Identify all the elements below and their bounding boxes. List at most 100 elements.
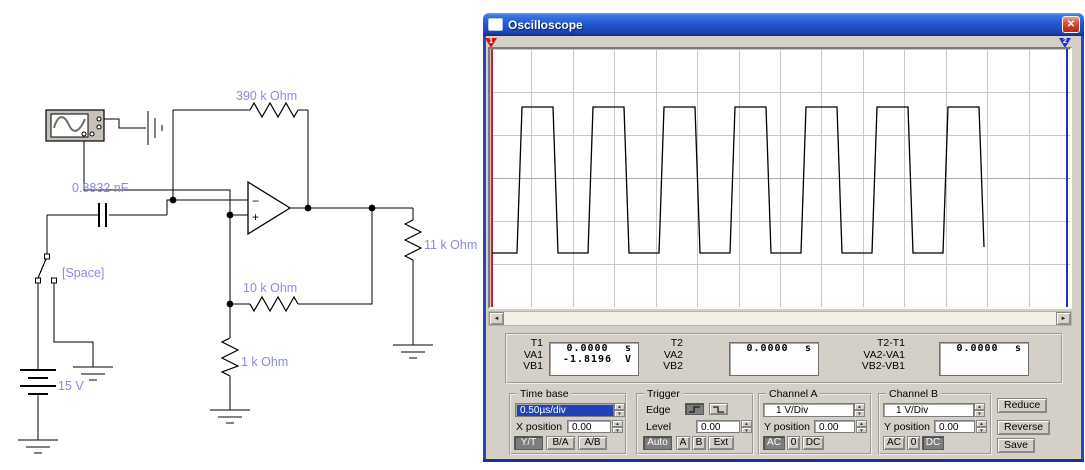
window-title: Oscilloscope [508,17,583,32]
channel-b-scale-field[interactable]: 1 V/Div [883,403,974,417]
xposition-field[interactable]: 0.00 [567,420,611,433]
label-t2: T2 [670,337,683,349]
window-border [1081,33,1084,462]
label-divider-resistor: 10 k Ohm [243,281,297,295]
channel-a-group: Channel A 1 V/Div ▲ ▼ Y position 0.00 ▲ … [758,388,872,455]
spinner-down-icon[interactable]: ▼ [976,426,987,433]
falling-edge-button[interactable] [709,403,728,415]
rising-edge-button[interactable] [685,403,704,415]
oscilloscope-instrument-icon[interactable] [45,109,105,142]
resistor-11k[interactable] [403,219,423,261]
channel-a-scale-spinner[interactable]: ▲ ▼ [854,403,865,417]
spinner-down-icon[interactable]: ▼ [856,426,867,433]
spinner-down-icon[interactable]: ▼ [974,410,985,417]
rising-edge-icon [689,406,700,413]
multisim-workspace: − + 390 k Ohm 0.8832 nF [Space] 15 V 11 … [0,0,1085,470]
ground-symbol-battery[interactable] [18,439,58,454]
falling-edge-icon [713,406,724,413]
scope-terminal[interactable] [96,116,102,122]
channel-b-scale-spinner[interactable]: ▲ ▼ [974,403,985,417]
measurement-box-3: 0.0000 s [939,342,1029,376]
spinner-up-icon[interactable]: ▲ [614,403,625,410]
spinner-down-icon[interactable]: ▼ [741,426,752,433]
spinner-down-icon[interactable]: ▼ [614,410,625,417]
waveform-svg [490,49,1071,308]
spinner-down-icon[interactable]: ▼ [854,410,865,417]
spinner-up-icon[interactable]: ▲ [854,403,865,410]
channel-b-ac-button[interactable]: AC [883,436,905,450]
ab-mode-button[interactable]: A/B [578,436,607,450]
opamp-minus-sign: − [252,194,259,208]
trigger-level-spinner[interactable]: ▲ ▼ [741,420,752,433]
measurement-labels-1: T1 VA1 VB1 [511,337,543,373]
reverse-button[interactable]: Reverse [997,420,1051,435]
measurement-box-1: 0.0000 s -1.8196 V [549,342,639,376]
label-capacitor: 0.8832 nF [72,181,129,195]
scroll-right-icon[interactable]: ► [1056,312,1071,325]
switch[interactable] [35,253,57,284]
timebase-group: Time base 0.50µs/div ▲ ▼ X position 0.00… [509,388,627,455]
timebase-scale-spinner[interactable]: ▲ ▼ [614,403,625,417]
timebase-scale-field[interactable]: 0.50µs/div [515,403,614,417]
xposition-spinner[interactable]: ▲ ▼ [612,420,623,433]
channel-b-yposition-label: Y position [884,421,930,433]
channel-b-yposition-spinner[interactable]: ▲ ▼ [976,420,987,433]
channel-b-zero-button[interactable]: 0 [907,436,920,450]
va1-value: -1.8196 [562,354,613,365]
label-feedback-resistor: 390 k Ohm [236,89,297,103]
channel-a-title: Channel A [766,388,821,400]
trigger-a-button[interactable]: A [676,436,690,450]
measurement-panel: T1 VA1 VB1 0.0000 s -1.8196 V T2 VA2 VB2 0… [505,333,1063,384]
channel-a-zero-button[interactable]: 0 [787,436,800,450]
trigger-b-button[interactable]: B [692,436,706,450]
channel-b-title: Channel B [886,388,942,400]
label-switch-key: [Space] [62,266,104,280]
trigger-level-field[interactable]: 0.00 [696,420,740,433]
trigger-ext-button[interactable]: Ext [708,436,734,450]
capacitor[interactable] [98,203,107,227]
channel-a-dc-button[interactable]: DC [802,436,824,450]
label-t2-t1: T2-T1 [876,337,905,349]
spinner-up-icon[interactable]: ▲ [974,403,985,410]
resistor-1k[interactable] [220,337,240,377]
level-label: Level [646,421,672,433]
opamp-plus-sign: + [252,210,259,224]
channel-b-yposition-field[interactable]: 0.00 [934,420,975,433]
save-button[interactable]: Save [997,438,1035,453]
opamp[interactable]: − + [247,180,292,236]
channel-a-yposition-field[interactable]: 0.00 [814,420,855,433]
label-vb2-vb1: VB2-VB1 [861,360,905,372]
ba-mode-button[interactable]: B/A [546,436,575,450]
measurement-box-2: 0.0000 s [729,342,819,376]
title-bar[interactable]: Oscilloscope [483,13,1084,36]
resistor-390k[interactable] [249,101,299,119]
channel-a-scale-field[interactable]: 1 V/Div [763,403,854,417]
label-vb1: VB1 [523,360,543,372]
channel-b-dc-button[interactable]: DC [922,436,944,450]
window-border [483,33,486,462]
switch-blade[interactable] [37,258,47,279]
channel-a-ac-button[interactable]: AC [763,436,785,450]
scope-terminal[interactable] [96,124,102,130]
channel-a-yposition-spinner[interactable]: ▲ ▼ [856,420,867,433]
yt-mode-button[interactable]: Y/T [514,436,543,450]
scope-terminal[interactable] [89,131,95,137]
spinner-down-icon[interactable]: ▼ [612,426,623,433]
reduce-button[interactable]: Reduce [997,398,1048,413]
ground-symbol-load[interactable] [393,344,433,359]
waveform-display [488,47,1072,309]
trigger-title: Trigger [644,388,683,400]
scope-trigger-wire [101,118,146,129]
display-scrollbar[interactable]: ◄ ► [488,311,1072,326]
close-button[interactable]: ✕ [1062,16,1080,33]
battery[interactable] [20,369,56,395]
resistor-10k[interactable] [249,295,299,313]
timebase-title: Time base [517,388,572,400]
scroll-left-icon[interactable]: ◄ [489,312,504,325]
trigger-auto-button[interactable]: Auto [643,436,672,450]
label-load-resistor: 11 k Ohm [424,238,477,252]
ground-symbol-divider[interactable] [210,409,250,424]
scope-terminal[interactable] [81,131,87,137]
ground-symbol-scope[interactable] [147,111,163,145]
xposition-label: X position [516,421,563,433]
